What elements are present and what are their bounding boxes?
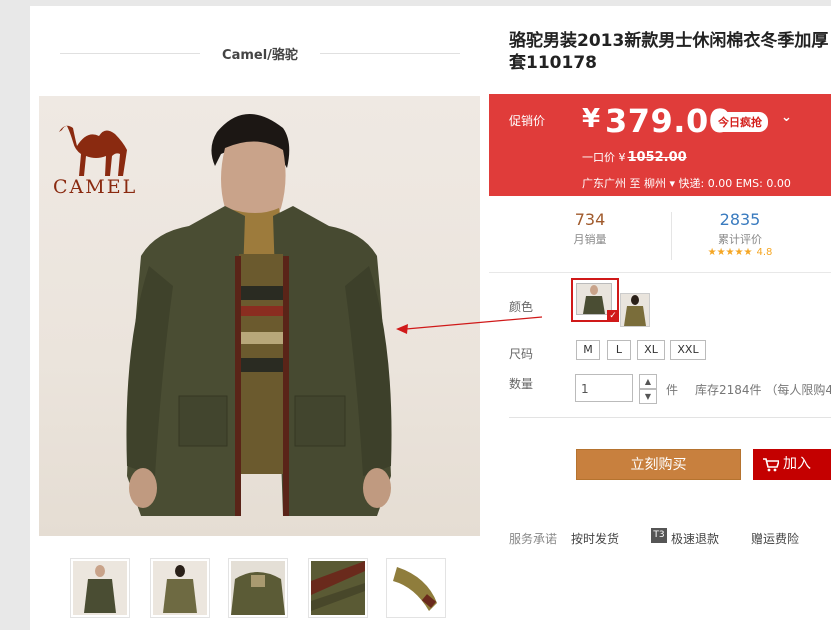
thumbnail-4[interactable] [308, 558, 368, 618]
original-price-label: 一口价 ¥ [582, 151, 626, 164]
reviews-count: 2835 [719, 210, 761, 229]
service-shipping-insurance[interactable]: 赠运费险 [751, 530, 799, 547]
chevron-down-icon[interactable]: ⌄ [781, 110, 792, 125]
model-figure [126, 113, 392, 516]
quantity-increase-icon[interactable]: ▲ [639, 374, 657, 389]
color-swatch-option[interactable] [620, 293, 650, 327]
buy-now-button[interactable]: 立刻购买 [576, 449, 741, 480]
promo-price-label: 促销价 [509, 114, 546, 128]
cart-icon [763, 458, 779, 472]
size-option-m[interactable]: M [576, 340, 600, 360]
checkmark-icon: ✓ [607, 310, 619, 322]
color-label: 颜色 [509, 300, 534, 314]
monthly-sales-label: 月销量 [573, 233, 607, 246]
product-title: 骆驼男装2013新款男士休闲棉衣冬季加厚 套110178 [509, 30, 831, 74]
currency-symbol: ¥ [582, 104, 601, 134]
shipping-info[interactable]: 广东广州 至 柳州 ▾ 快递: 0.00 EMS: 0.00 [582, 175, 791, 191]
thumbnail-3[interactable] [228, 558, 288, 618]
product-page: Camel/骆驼 CAMEL 骆驼男装2013新款男士休闲棉衣冬季加厚 套110… [30, 6, 831, 630]
add-to-cart-label: 加入 [783, 456, 811, 472]
divider [509, 417, 831, 418]
thumbnail-5[interactable] [386, 558, 446, 618]
reviews[interactable]: 2835 累计评价 ★★★★★ 4.8 [655, 210, 825, 258]
divider [320, 53, 460, 54]
quantity-decrease-icon[interactable]: ▼ [639, 389, 657, 404]
sales-stats: 734 月销量 2835 累计评价 ★★★★★ 4.8 [489, 198, 831, 273]
main-product-image[interactable]: CAMEL [39, 96, 480, 536]
product-title-line-1: 骆驼男装2013新款男士休闲棉衣冬季加厚 [509, 31, 829, 51]
size-option-xxl[interactable]: XXL [670, 340, 706, 360]
thumbnail-2[interactable] [150, 558, 210, 618]
stock-info: 库存2184件 （每人限购4 [695, 383, 831, 397]
product-title-line-2: 套110178 [509, 53, 597, 73]
monthly-sales: 734 月销量 [505, 210, 675, 247]
thumbnail-1[interactable] [70, 558, 130, 618]
add-to-cart-button[interactable]: 加入 [753, 449, 831, 480]
service-label: 服务承诺 [509, 532, 558, 546]
service-fast-refund[interactable]: 极速退款 [671, 530, 719, 547]
quantity-input[interactable]: 1 [575, 374, 633, 402]
original-price-amount: 1052.00 [627, 150, 687, 165]
promo-badge: 今日疯抢 [712, 112, 768, 132]
monthly-sales-count: 734 [574, 210, 606, 229]
color-swatch-selected[interactable]: ✓ [571, 278, 619, 322]
size-label: 尺码 [509, 347, 534, 361]
brand-header: Camel/骆驼 [60, 42, 460, 66]
quantity-unit: 件 [666, 383, 679, 397]
original-price: 一口价 ¥1052.00 [582, 149, 687, 165]
price-panel: 促销价 ¥ 379.00 今日疯抢 ⌄ 一口价 ¥1052.00 广东广州 至 … [489, 94, 831, 196]
t3-icon: T3 [651, 528, 667, 543]
reviews-label: 累计评价 [718, 233, 762, 246]
quantity-label: 数量 [509, 377, 534, 391]
rating-value: 4.8 [756, 247, 773, 258]
size-option-l[interactable]: L [607, 340, 631, 360]
service-ontime-delivery[interactable]: 按时发货 [571, 530, 619, 547]
size-option-xl[interactable]: XL [637, 340, 665, 360]
rating-stars-icon: ★★★★★ 4.8 [707, 247, 773, 258]
